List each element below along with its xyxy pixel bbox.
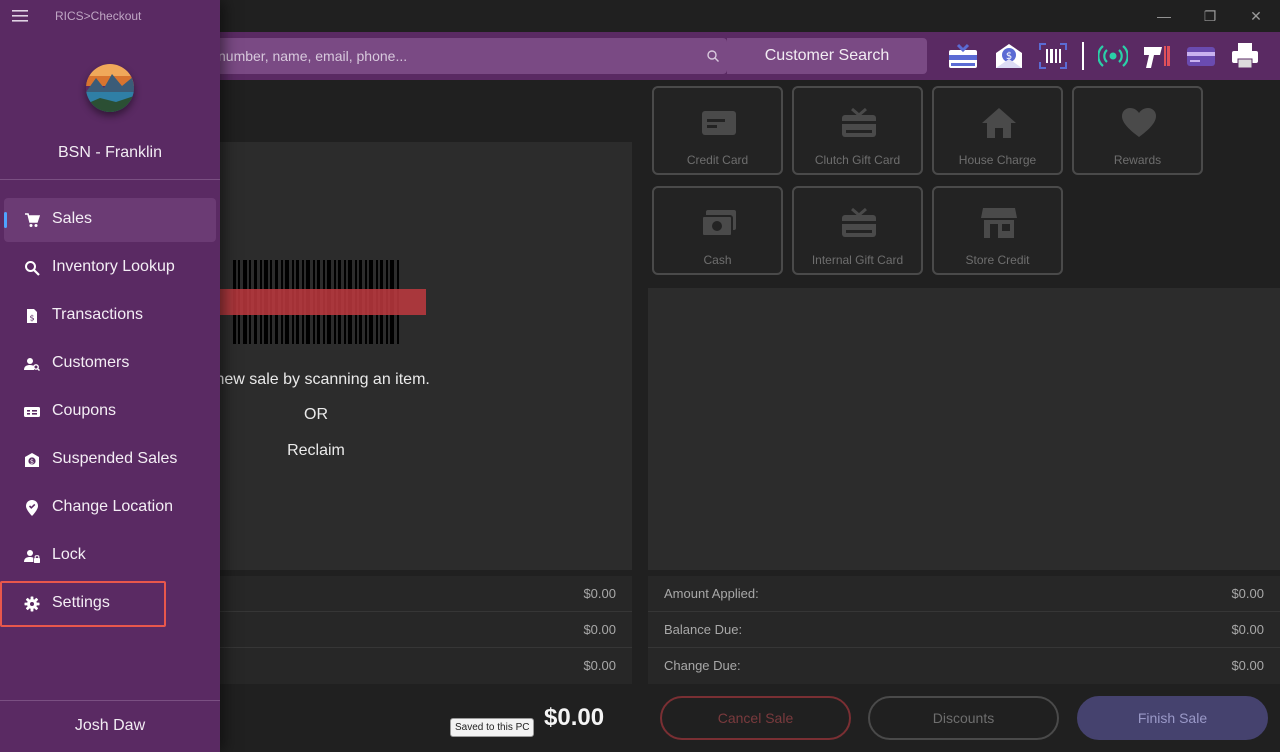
balance-due-value: $0.00	[1231, 622, 1264, 637]
saved-to-pc-tooltip: Saved to this PC	[450, 718, 535, 737]
nav-item-sales[interactable]: Sales	[4, 198, 216, 242]
nav-label: Coupons	[52, 402, 117, 419]
cart-icon	[25, 213, 40, 227]
cancel-sale-button[interactable]: Cancel Sale	[660, 696, 851, 740]
tax-row: $0.00	[220, 648, 632, 684]
svg-text:$: $	[29, 314, 34, 323]
nav-item-change-location[interactable]: Change Location	[4, 486, 216, 530]
payment-totals: Amount Applied: $0.00 Balance Due: $0.00…	[648, 576, 1280, 684]
gift-card-icon	[842, 207, 876, 237]
balance-due-label: Balance Due:	[664, 622, 743, 637]
house-icon	[982, 108, 1016, 138]
cash-icon	[701, 210, 736, 237]
tender-label: Rewards	[1113, 153, 1162, 167]
tender-house-charge[interactable]: House Charge	[932, 86, 1063, 175]
customer-icon	[24, 358, 40, 371]
drawer-divider-bottom	[0, 700, 220, 701]
store-avatar	[86, 64, 134, 112]
active-indicator	[4, 212, 7, 228]
app-title: RICS>Checkout	[55, 9, 142, 23]
balance-due-row: Balance Due: $0.00	[648, 612, 1280, 648]
suspended-icon: $	[25, 453, 39, 467]
close-icon[interactable]: ✕	[1246, 6, 1266, 26]
nav-item-suspended-sales[interactable]: $ Suspended Sales	[4, 438, 216, 482]
discount-row: $0.00	[220, 612, 632, 648]
credit-card-icon	[702, 111, 736, 135]
tender-rewards[interactable]: Rewards	[1072, 86, 1203, 175]
sale-items-header	[220, 80, 632, 142]
discounts-button[interactable]: Discounts	[868, 696, 1059, 740]
store-icon	[981, 208, 1017, 238]
applied-tenders-panel	[648, 288, 1280, 570]
nav-item-inventory-lookup[interactable]: Inventory Lookup	[4, 246, 216, 290]
gift-receipt-icon[interactable]	[948, 42, 978, 70]
amount-applied-value: $0.00	[1231, 586, 1264, 601]
hamburger-menu-icon[interactable]	[12, 9, 28, 23]
barcode-scan-icon[interactable]	[1038, 42, 1068, 70]
search-icon	[25, 261, 40, 276]
customer-search-box	[200, 38, 727, 74]
nav-label: Transactions	[52, 306, 143, 323]
tender-store-credit[interactable]: Store Credit	[932, 186, 1063, 275]
restore-icon[interactable]: ❐	[1200, 6, 1220, 26]
change-due-value: $0.00	[1231, 658, 1264, 673]
tender-clutch-gift-card[interactable]: Clutch Gift Card	[792, 86, 923, 175]
amount-applied-row: Amount Applied: $0.00	[648, 576, 1280, 612]
nav-label: Suspended Sales	[52, 450, 178, 467]
subtotal-value: $0.00	[583, 586, 616, 601]
tender-label: Cash	[703, 253, 732, 267]
grand-total: $0.00	[544, 704, 605, 731]
tender-label: House Charge	[958, 153, 1037, 167]
change-due-row: Change Due: $0.00	[648, 648, 1280, 684]
customer-search-input[interactable]	[218, 38, 698, 74]
settings-highlight-box	[0, 581, 166, 627]
toolbar-separator	[1082, 42, 1084, 70]
receipt-icon: $	[27, 309, 37, 323]
gift-card-icon	[842, 107, 876, 137]
search-icon[interactable]	[706, 49, 720, 63]
sale-items-panel	[220, 142, 632, 570]
nav-label: Customers	[52, 354, 130, 371]
heart-icon	[1122, 108, 1156, 137]
nav-label: Inventory Lookup	[52, 258, 175, 275]
nav-label: Change Location	[52, 498, 173, 515]
navigation-drawer: RICS>Checkout BSN - Franklin Sales Inven…	[0, 0, 220, 752]
discount-value: $0.00	[583, 622, 616, 637]
nav-item-lock[interactable]: Lock	[4, 534, 216, 578]
nav-item-transactions[interactable]: $ Transactions	[4, 294, 216, 338]
change-due-label: Change Due:	[664, 658, 741, 673]
tender-label: Credit Card	[686, 153, 749, 167]
scanner-gun-icon[interactable]	[1142, 42, 1172, 70]
lock-user-icon	[24, 550, 40, 563]
tax-value: $0.00	[583, 658, 616, 673]
scan-laser-line	[220, 289, 426, 315]
store-name: BSN - Franklin	[57, 144, 163, 161]
wireless-signal-icon[interactable]	[1098, 42, 1128, 70]
location-pin-icon	[26, 500, 38, 516]
nav-item-coupons[interactable]: Coupons	[4, 390, 216, 434]
amount-applied-label: Amount Applied:	[664, 586, 759, 601]
drawer-divider	[0, 179, 220, 180]
subtotal-row: $0.00	[220, 576, 632, 612]
nav-label: Lock	[52, 546, 86, 563]
tender-label: Internal Gift Card	[811, 253, 904, 267]
tender-label: Clutch Gift Card	[814, 153, 901, 167]
email-receipt-icon[interactable]: $	[994, 42, 1024, 70]
tender-label: Store Credit	[965, 253, 1030, 267]
coupon-icon	[24, 407, 40, 417]
tender-internal-gift-card[interactable]: Internal Gift Card	[792, 186, 923, 275]
tender-cash[interactable]: Cash	[652, 186, 783, 275]
user-name[interactable]: Josh Daw	[0, 717, 220, 735]
sale-totals-left: $0.00 $0.00 $0.00	[220, 576, 632, 684]
svg-text:$: $	[30, 458, 34, 466]
tender-credit-card[interactable]: Credit Card	[652, 86, 783, 175]
card-reader-icon[interactable]	[1186, 42, 1216, 70]
customer-search-button[interactable]: Customer Search	[727, 38, 927, 74]
printer-icon[interactable]	[1230, 42, 1260, 70]
minimize-icon[interactable]: —	[1154, 6, 1174, 26]
nav-item-customers[interactable]: Customers	[4, 342, 216, 386]
nav-label: Sales	[52, 210, 93, 227]
finish-sale-button[interactable]: Finish Sale	[1077, 696, 1268, 740]
